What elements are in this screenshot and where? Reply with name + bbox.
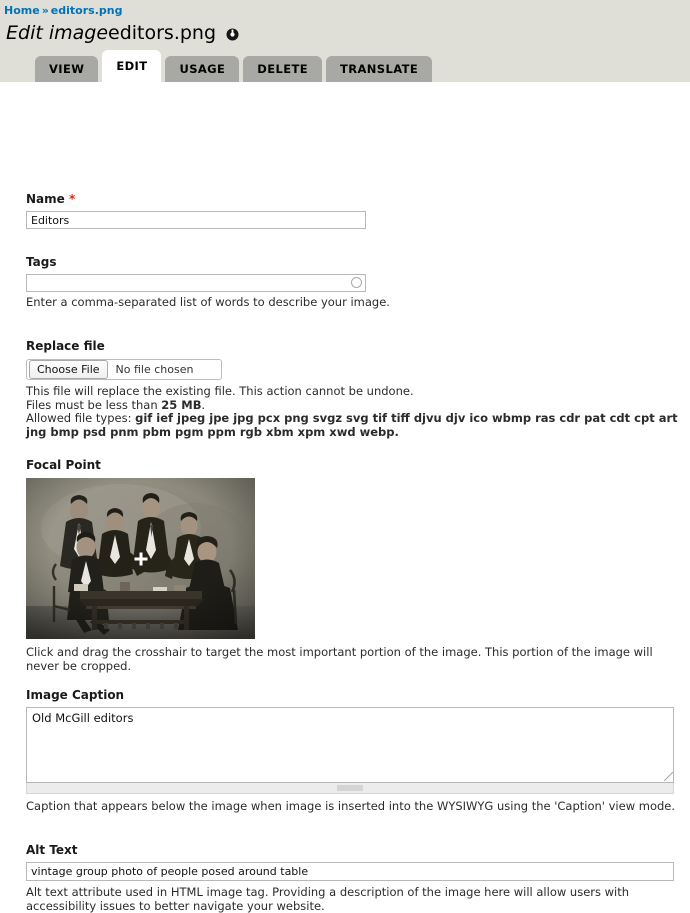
- drag-handle-icon[interactable]: [26, 783, 674, 794]
- circle-throbber-icon: [351, 277, 362, 288]
- replace-desc-line3: Allowed file types: gif ief jpeg jpe jpg…: [26, 411, 686, 439]
- contextual-links-icon[interactable]: [226, 28, 239, 41]
- image-caption-description: Caption that appears below the image whe…: [26, 799, 676, 813]
- replace-desc-line2-prefix: Files must be less than: [26, 397, 162, 412]
- replace-file-description: This file will replace the existing file…: [26, 384, 686, 439]
- image-caption-textarea[interactable]: [26, 707, 674, 783]
- replace-desc-line1: This file will replace the existing file…: [26, 384, 414, 398]
- name-label-text: Name: [26, 192, 65, 206]
- tab-delete[interactable]: DELETE: [243, 56, 322, 82]
- focal-point-photo: [26, 478, 255, 639]
- breadcrumb-link-home[interactable]: Home: [4, 4, 40, 17]
- tab-view[interactable]: VIEW: [35, 56, 99, 82]
- page-title-filename: editors.png: [108, 22, 217, 44]
- focal-point-image-area[interactable]: [26, 478, 255, 639]
- field-tags: Tags Enter a comma-separated list of wor…: [26, 255, 390, 309]
- page-title-prefix: Edit image: [6, 22, 109, 44]
- page-title: Edit imageeditors.png: [6, 22, 216, 44]
- tab-translate[interactable]: TRANSLATE: [325, 56, 433, 82]
- alt-text-description: Alt text attribute used in HTML image ta…: [26, 885, 630, 913]
- alt-text-label: Alt Text: [26, 843, 78, 857]
- focal-point-description: Click and drag the crosshair to target t…: [26, 645, 653, 673]
- field-name: Name *: [26, 192, 366, 229]
- allowed-types-prefix: Allowed file types:: [26, 411, 136, 425]
- drag-handle-lines: [337, 785, 363, 791]
- field-image-caption: Image Caption Caption that appears below…: [26, 688, 675, 813]
- replace-desc-line2: Files must be less than 25 MB.: [26, 397, 686, 413]
- field-replace-file: Replace file Choose File No file chosen …: [26, 339, 686, 439]
- name-label: Name *: [26, 192, 366, 207]
- breadcrumb: Home» editors.png: [0, 0, 690, 18]
- field-focal-point: Focal Point Click and drag the crosshair…: [26, 458, 674, 673]
- name-input[interactable]: [26, 211, 366, 229]
- page-header: Home» editors.png Edit imageeditors.png V…: [0, 0, 690, 82]
- breadcrumb-separator: »: [41, 4, 49, 17]
- tab-usage[interactable]: USAGE: [165, 56, 240, 82]
- name-required-marker: *: [68, 192, 76, 206]
- tags-label: Tags: [26, 255, 57, 269]
- tab-edit[interactable]: EDIT: [102, 50, 162, 82]
- choose-file-button[interactable]: Choose File: [29, 360, 108, 379]
- replace-desc-line2-suffix: .: [201, 397, 206, 412]
- file-upload-control[interactable]: Choose File No file chosen: [26, 359, 222, 380]
- tags-input[interactable]: [26, 274, 366, 292]
- field-alt-text: Alt Text Alt text attribute used in HTML…: [26, 843, 674, 913]
- page-title-row: Edit imageeditors.png: [0, 18, 690, 46]
- file-status-text: No file chosen: [115, 363, 194, 376]
- breadcrumb-link-current[interactable]: editors.png: [51, 4, 123, 17]
- max-file-size: 25 MB: [161, 397, 202, 412]
- image-caption-label: Image Caption: [26, 688, 125, 702]
- tags-description: Enter a comma-separated list of words to…: [26, 295, 390, 309]
- tags-input-wrap: [26, 274, 366, 292]
- primary-tabs: VIEW EDIT USAGE DELETE TRANSLATE: [35, 50, 433, 82]
- alt-text-input[interactable]: [26, 862, 674, 881]
- focal-point-label: Focal Point: [26, 458, 101, 472]
- replace-file-label: Replace file: [26, 339, 105, 353]
